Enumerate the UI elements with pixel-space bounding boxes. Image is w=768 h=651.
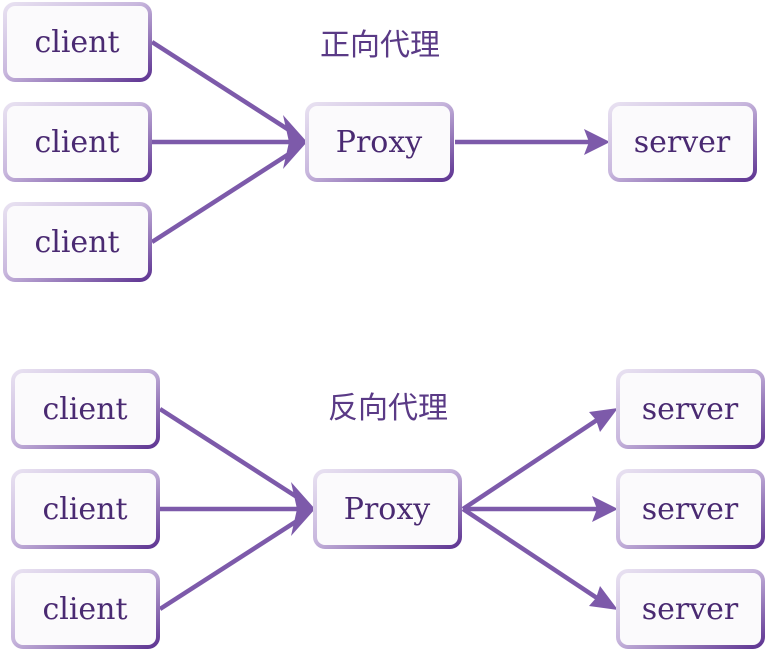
arrow-rproxy-to-server3 <box>461 507 602 602</box>
arrow-client3-to-proxy <box>150 150 294 244</box>
forward-client-label-2: client <box>34 125 119 160</box>
forward-proxy-title: 正向代理 <box>320 28 440 63</box>
reverse-server-label-2: server <box>642 492 739 527</box>
forward-proxy-box: Proxy <box>305 102 454 182</box>
reverse-server-label-1: server <box>642 392 739 427</box>
arrow-rclient1-to-proxy <box>158 407 302 501</box>
reverse-server-box-2: server <box>616 469 765 549</box>
arrow-rclient3-to-proxy <box>158 517 302 611</box>
proxy-diagram: 正向代理 client client client Proxy server 反… <box>3 2 765 649</box>
forward-proxy-section: 正向代理 client client client Proxy server <box>3 2 757 282</box>
forward-client-label-1: client <box>34 25 119 60</box>
forward-client-box-3: client <box>3 202 152 282</box>
forward-server-label: server <box>634 125 731 160</box>
reverse-client-label-1: client <box>42 392 127 427</box>
reverse-client-label-2: client <box>42 492 127 527</box>
arrow-client1-to-proxy <box>150 40 294 134</box>
reverse-client-label-3: client <box>42 592 127 627</box>
reverse-proxy-title: 反向代理 <box>328 391 448 426</box>
reverse-client-box-3: client <box>11 569 160 649</box>
reverse-server-box-3: server <box>616 569 765 649</box>
forward-client-box-1: client <box>3 2 152 82</box>
reverse-client-box-2: client <box>11 469 160 549</box>
reverse-server-label-3: server <box>642 592 739 627</box>
reverse-proxy-box: Proxy <box>313 469 462 549</box>
forward-client-label-3: client <box>34 225 119 260</box>
arrow-rproxy-to-server1 <box>461 416 602 511</box>
forward-client-box-2: client <box>3 102 152 182</box>
reverse-server-box-1: server <box>616 369 765 449</box>
reverse-proxy-label: Proxy <box>344 492 431 527</box>
forward-server-box: server <box>608 102 757 182</box>
reverse-proxy-section: 反向代理 client client client Proxy server s… <box>11 369 765 649</box>
reverse-client-box-1: client <box>11 369 160 449</box>
forward-proxy-label: Proxy <box>336 125 423 160</box>
